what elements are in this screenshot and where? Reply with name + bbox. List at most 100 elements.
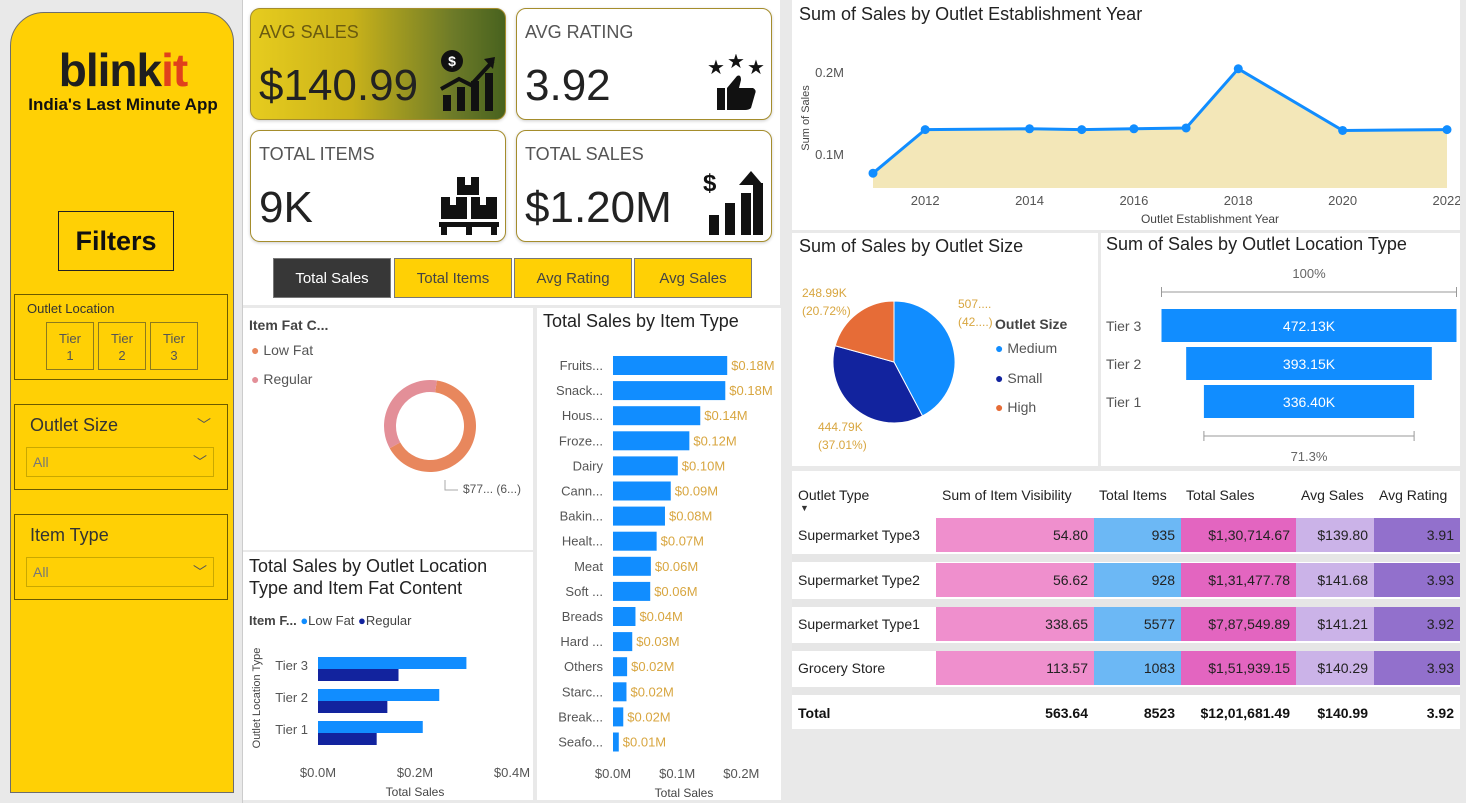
x-tick-label: 2018 [1224,193,1253,208]
brand-tagline: India's Last Minute App [28,95,218,114]
kpi-card-avg-rating[interactable]: AVG RATING 3.92 ★ ★ ★ [516,8,772,120]
item-type-dropdown[interactable]: All ﹀ [26,557,214,587]
svg-text:$: $ [448,53,456,69]
outlet-size-dropdown[interactable]: All ﹀ [26,447,214,477]
x-axis-label: Total Sales [386,785,445,799]
tier-3-button[interactable]: Tier 3 [150,322,198,370]
row-label[interactable]: Supermarket Type3 [792,518,936,552]
total-items-button[interactable]: Total Items [394,258,512,298]
sales-by-location-fat-panel[interactable]: Total Sales by Outlet Location Type and … [243,552,533,800]
sales-by-outlet-size-panel[interactable]: Sum of Sales by Outlet Size 507.... (42..… [792,233,1098,466]
kpi-card-total-sales[interactable]: TOTAL SALES $1.20M $ [516,130,772,242]
legend-low-fat: ● Low Fat [251,342,314,358]
data-label: $0.04M [639,609,682,624]
table-cell: $141.21 [1296,607,1374,641]
bar [613,456,678,476]
funnel-value-label: 336.40K [1283,394,1336,410]
total-label: Total [798,705,831,721]
kpi-card-avg-sales[interactable]: AVG SALES $140.99 $ [250,8,506,120]
fat-content-donut-panel[interactable]: Item Fat C... ● Low Fat ● Regular $77...… [243,308,533,550]
legend-regular: ● Regular [251,371,313,387]
dollar-growth-icon: $ [440,50,495,111]
chart-title: Sum of Sales by Outlet Size [799,236,1024,256]
table-cell: $1,30,714.67 [1181,518,1296,552]
tier-1-button[interactable]: Tier 1 [46,322,94,370]
svg-text:★: ★ [707,57,725,79]
funnel-value-label: 393.15K [1283,356,1336,372]
filter-sidebar: blinkit India's Last Minute App Filters … [10,12,234,793]
data-point [1129,124,1139,134]
svg-text:★: ★ [727,54,745,73]
data-label: $0.07M [661,534,704,549]
data-label: $0.18M [731,358,774,373]
column-header[interactable]: Avg Rating [1379,487,1447,503]
category-label: Breads [562,609,604,624]
x-tick-label: $0.0M [300,765,336,780]
svg-text:★: ★ [747,57,765,79]
outlet-size-value: All [33,454,49,470]
data-label: $0.03M [636,634,679,649]
total-sales-button[interactable]: Total Sales [273,258,391,298]
category-label: Others [564,659,604,674]
kpi-label: AVG RATING [525,22,634,42]
column-header[interactable]: Total Items [1099,487,1167,503]
chevron-down-icon[interactable]: ﹀ [197,415,211,435]
donut-slice-regular [384,380,437,449]
table-cell: 113.57 [936,651,1094,685]
category-label: Bakin... [560,509,603,524]
row-label[interactable]: Supermarket Type2 [792,563,936,597]
category-label: Dairy [573,458,604,473]
total-cell: $140.99 [1317,705,1368,721]
outlet-type-table[interactable]: Outlet Type ▼ Sum of Item Visibility Tot… [792,471,1460,729]
column-header[interactable]: Sum of Item Visibility [942,487,1072,503]
column-header[interactable]: Outlet Type [798,487,869,503]
column-header[interactable]: Total Sales [1186,487,1254,503]
outlet-size-title: Outlet Size [30,415,119,435]
data-point [1181,123,1191,133]
total-cell: $12,01,681.49 [1200,705,1290,721]
outlet-location-title: Outlet Location [27,301,115,316]
sales-by-item-type-panel[interactable]: Total Sales by Item Type Fruits... $0.18M… [537,308,781,800]
y-axis-label: Sum of Sales [800,85,812,151]
x-tick-label: 2014 [1015,193,1044,208]
chart-title: Item Fat C... [249,317,329,333]
column-header[interactable]: Avg Sales [1301,487,1364,503]
legend-high: ● High [995,399,1037,415]
slice-label: 248.99K [802,286,847,300]
row-separator [792,599,1460,607]
sort-desc-icon[interactable]: ▼ [800,503,809,513]
x-tick-label: 2022 [1433,193,1460,208]
sales-by-year-panel[interactable]: Sum of Sales by Outlet Establishment Yea… [792,0,1460,230]
chevron-down-icon: ﹀ [193,564,207,580]
row-label[interactable]: Grocery Store [792,651,936,685]
divider [242,0,243,803]
kpi-label: TOTAL SALES [525,144,644,164]
category-label: Meat [574,559,603,574]
total-cell: 563.64 [1045,705,1088,721]
donut-slices [384,380,476,472]
slice-label: 444.79K [818,420,863,434]
category-label: Tier 2 [275,690,308,705]
category-label: Healt... [562,534,603,549]
bar [613,531,657,551]
row-label[interactable]: Supermarket Type1 [792,607,936,641]
kpi-value: $1.20M [525,183,672,232]
sales-by-location-panel[interactable]: Sum of Sales by Outlet Location Type 100… [1101,233,1460,466]
total-cell: 8523 [1143,705,1175,721]
kpi-card-total-items[interactable]: TOTAL ITEMS 9K [250,130,506,242]
dollar-bars-icon: $ [703,170,763,235]
tier-2-button[interactable]: Tier 2 [98,322,146,370]
table-cell: $141.68 [1296,563,1374,597]
category-label: Hard ... [560,634,603,649]
brand-logo: blinkit [58,44,188,96]
avg-rating-button[interactable]: Avg Rating [514,258,632,298]
row-separator [792,554,1460,562]
avg-sales-button[interactable]: Avg Sales [634,258,752,298]
funnel-category-label: Tier 3 [1106,318,1141,334]
legend-title: Outlet Size [995,316,1068,332]
filters-heading: Filters [58,211,174,271]
item-type-value: All [33,564,49,580]
table-cell: 5577 [1094,607,1181,641]
bar [613,431,690,451]
row-separator [792,687,1460,695]
